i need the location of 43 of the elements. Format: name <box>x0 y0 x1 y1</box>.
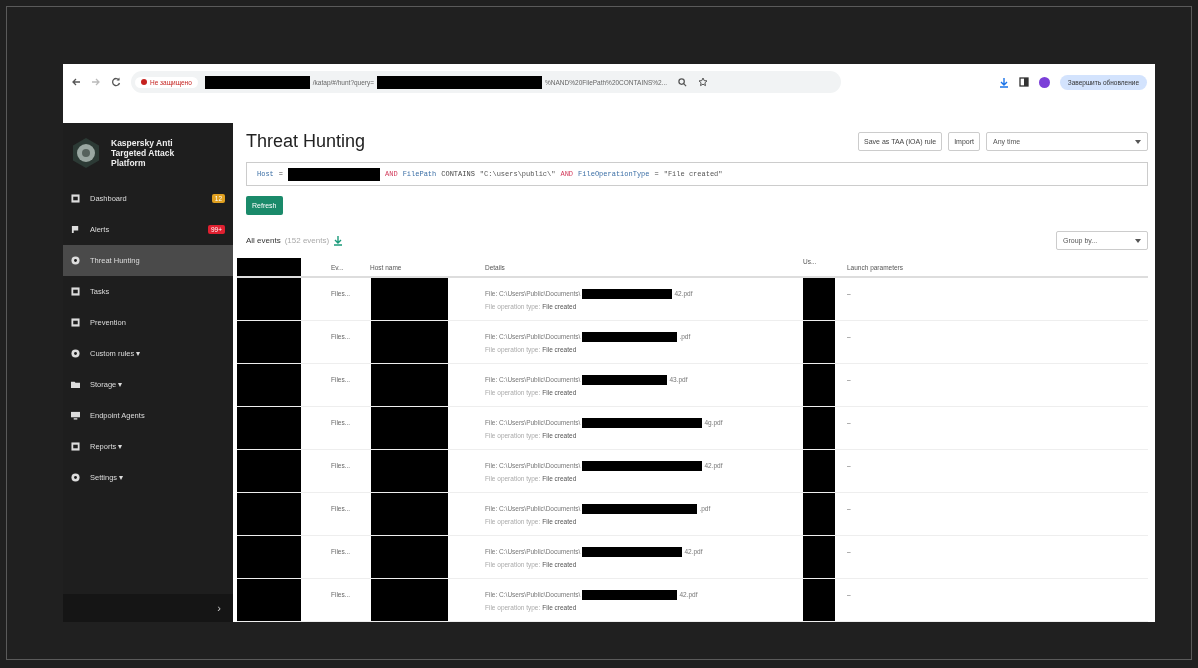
page-title: Threat Hunting <box>246 131 366 152</box>
redaction-bar <box>803 364 835 406</box>
flag-icon <box>71 225 80 234</box>
square-icon <box>71 194 80 203</box>
redaction-bar <box>803 407 835 449</box>
square-icon <box>71 287 80 296</box>
square-icon <box>71 442 80 451</box>
caret-icon <box>1135 238 1141 243</box>
star-icon[interactable] <box>698 77 709 87</box>
profile-avatar[interactable] <box>1038 76 1050 88</box>
download-icon[interactable] <box>333 235 344 246</box>
redaction-bar <box>803 536 835 578</box>
redaction-bar <box>803 579 835 621</box>
back-icon[interactable] <box>71 77 81 87</box>
circle-icon <box>71 349 80 358</box>
redaction-bar <box>237 579 301 621</box>
circle-icon <box>71 473 80 482</box>
redaction-bar <box>237 536 301 578</box>
redaction-bar <box>803 493 835 535</box>
redaction-bar <box>803 321 835 363</box>
redaction-bar <box>803 278 835 320</box>
side-panel-icon[interactable] <box>1018 77 1029 87</box>
monitor-icon <box>71 411 80 420</box>
circle-icon <box>71 256 80 265</box>
events-count: (152 events) <box>284 236 330 245</box>
zoom-icon[interactable] <box>678 77 688 87</box>
square-icon <box>71 318 80 327</box>
redaction-bar <box>237 407 301 449</box>
logo-icon <box>71 137 101 169</box>
collapse-button[interactable]: › <box>215 602 223 614</box>
redaction-bar <box>803 450 835 492</box>
redaction-bar <box>237 364 301 406</box>
redaction-bar <box>237 493 301 535</box>
product-name: Kaspersky Anti Targeted Attack Platform <box>111 137 176 169</box>
redaction-bar <box>237 450 301 492</box>
redaction-bar <box>237 258 301 276</box>
events-label: All events <box>246 236 281 245</box>
redaction-bar <box>237 278 301 320</box>
caret-icon <box>1135 139 1141 144</box>
reload-icon[interactable] <box>111 77 121 87</box>
folder-icon <box>71 380 80 389</box>
download-icon[interactable] <box>998 76 1009 88</box>
redaction-bar <box>237 321 301 363</box>
